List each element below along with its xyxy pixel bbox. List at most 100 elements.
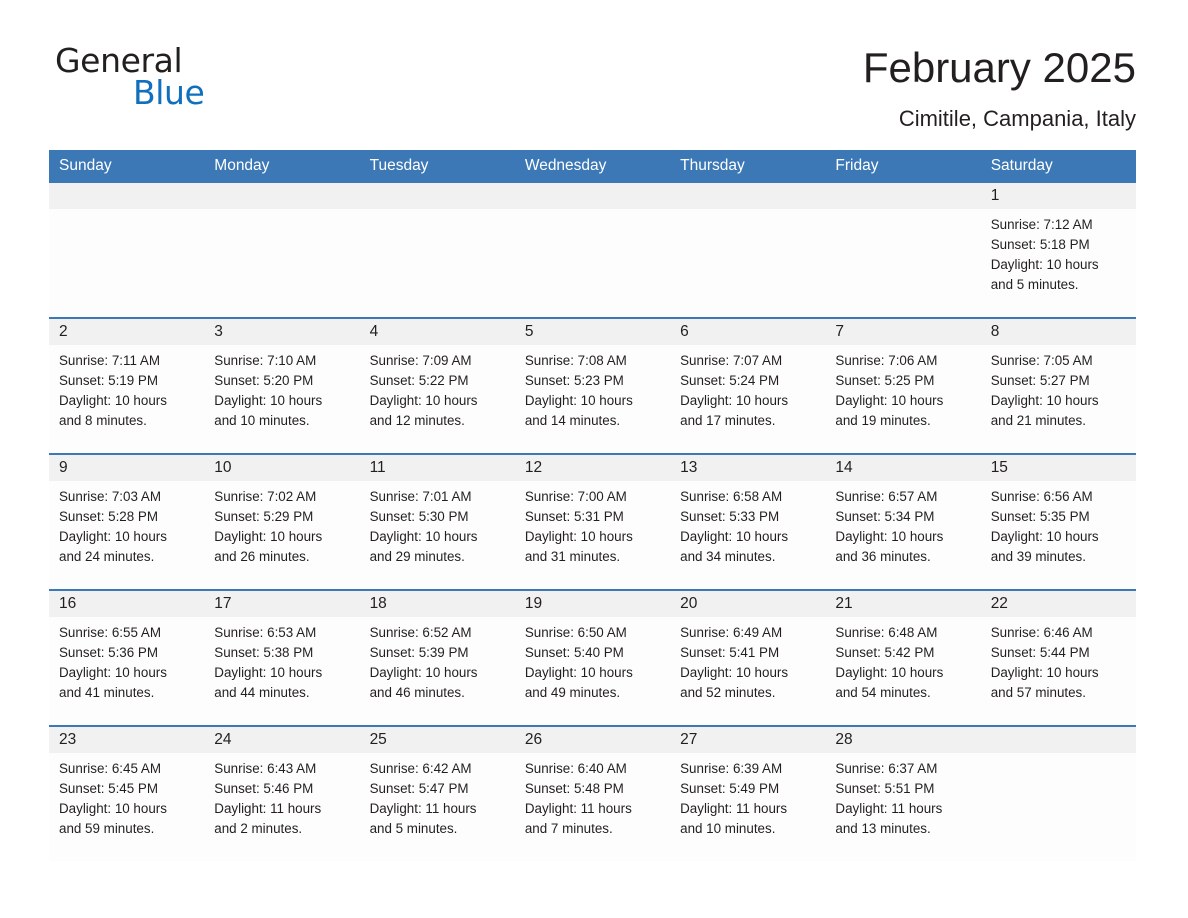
- daylight-text-line2: and 31 minutes.: [524, 548, 621, 564]
- day-info: [825, 209, 980, 215]
- day-number: [825, 183, 981, 209]
- day-info: [360, 209, 515, 215]
- day-cell[interactable]: 15 Sunrise: 6:56 AM Sunset: 5:35 PM Dayl…: [980, 455, 1136, 589]
- sunset-text: Sunset: 5:39 PM: [369, 644, 469, 660]
- day-cell[interactable]: 7 Sunrise: 7:06 AM Sunset: 5:25 PM Dayli…: [825, 319, 981, 453]
- sunset-text: Sunset: 5:51 PM: [835, 780, 935, 796]
- day-cell[interactable]: 9 Sunrise: 7:03 AM Sunset: 5:28 PM Dayli…: [49, 455, 205, 589]
- day-number: [980, 727, 1136, 753]
- daylight-text-line1: Daylight: 11 hours: [680, 800, 788, 816]
- day-number: 14: [825, 455, 981, 481]
- sunset-text: Sunset: 5:27 PM: [990, 372, 1090, 388]
- day-cell[interactable]: 2 Sunrise: 7:11 AM Sunset: 5:19 PM Dayli…: [49, 319, 205, 453]
- day-cell: [825, 183, 981, 317]
- day-cell[interactable]: 14 Sunrise: 6:57 AM Sunset: 5:34 PM Dayl…: [825, 455, 981, 589]
- brand-name-blue: Blue: [133, 73, 205, 112]
- location-subtitle: Cimitile, Campania, Italy: [898, 106, 1136, 132]
- day-cell[interactable]: 16 Sunrise: 6:55 AM Sunset: 5:36 PM Dayl…: [49, 591, 205, 725]
- day-cell: [49, 183, 205, 317]
- day-info: Sunrise: 6:55 AM Sunset: 5:36 PM Dayligh…: [49, 617, 204, 703]
- daylight-text-line2: and 2 minutes.: [214, 820, 303, 836]
- sunset-text: Sunset: 5:41 PM: [680, 644, 780, 660]
- daylight-text-line2: and 13 minutes.: [835, 820, 931, 836]
- daylight-text-line1: Daylight: 10 hours: [59, 800, 167, 816]
- sunrise-text: Sunrise: 6:48 AM: [835, 625, 938, 640]
- day-number: [670, 183, 826, 209]
- day-info: Sunrise: 6:45 AM Sunset: 5:45 PM Dayligh…: [49, 753, 204, 839]
- day-number: 15: [980, 455, 1136, 481]
- daylight-text-line2: and 26 minutes.: [214, 548, 310, 564]
- weekday-header-monday: Monday: [214, 157, 270, 174]
- sunrise-text: Sunrise: 7:06 AM: [835, 353, 938, 368]
- day-number: 4: [359, 319, 515, 345]
- day-cell[interactable]: 12 Sunrise: 7:00 AM Sunset: 5:31 PM Dayl…: [514, 455, 671, 589]
- daylight-text-line1: Daylight: 11 hours: [369, 800, 477, 816]
- day-cell[interactable]: 20 Sunrise: 6:49 AM Sunset: 5:41 PM Dayl…: [670, 591, 826, 725]
- day-cell[interactable]: 13 Sunrise: 6:58 AM Sunset: 5:33 PM Dayl…: [670, 455, 826, 589]
- sunrise-text: Sunrise: 7:07 AM: [680, 353, 783, 368]
- sunrise-text: Sunrise: 7:10 AM: [214, 353, 317, 368]
- day-info: Sunrise: 6:37 AM Sunset: 5:51 PM Dayligh…: [825, 753, 980, 839]
- sunrise-text: Sunrise: 7:02 AM: [214, 489, 317, 504]
- day-number: 19: [514, 591, 671, 617]
- day-info: Sunrise: 7:03 AM Sunset: 5:28 PM Dayligh…: [49, 481, 204, 567]
- day-cell[interactable]: 11 Sunrise: 7:01 AM Sunset: 5:30 PM Dayl…: [359, 455, 515, 589]
- daylight-text-line2: and 59 minutes.: [59, 820, 155, 836]
- day-info: Sunrise: 6:40 AM Sunset: 5:48 PM Dayligh…: [515, 753, 670, 839]
- sunrise-text: Sunrise: 7:11 AM: [59, 353, 160, 368]
- sunrise-text: Sunrise: 6:43 AM: [214, 761, 317, 776]
- calendar-grid: Sunday Monday Tuesday Wednesday Thursday…: [49, 150, 1136, 861]
- day-info: Sunrise: 6:50 AM Sunset: 5:40 PM Dayligh…: [515, 617, 670, 703]
- day-cell[interactable]: 5 Sunrise: 7:08 AM Sunset: 5:23 PM Dayli…: [514, 319, 671, 453]
- daylight-text-line1: Daylight: 10 hours: [990, 256, 1099, 272]
- day-number: 25: [359, 727, 515, 753]
- day-info: Sunrise: 6:48 AM Sunset: 5:42 PM Dayligh…: [825, 617, 980, 703]
- day-cell[interactable]: 26 Sunrise: 6:40 AM Sunset: 5:48 PM Dayl…: [514, 727, 671, 861]
- day-cell[interactable]: 4 Sunrise: 7:09 AM Sunset: 5:22 PM Dayli…: [359, 319, 515, 453]
- day-info: Sunrise: 6:43 AM Sunset: 5:46 PM Dayligh…: [204, 753, 359, 839]
- week-row: 2 Sunrise: 7:11 AM Sunset: 5:19 PM Dayli…: [49, 317, 1136, 453]
- sunset-text: Sunset: 5:31 PM: [524, 508, 624, 524]
- day-info: Sunrise: 7:07 AM Sunset: 5:24 PM Dayligh…: [670, 345, 825, 431]
- brand-logo[interactable]: General Blue: [55, 44, 285, 124]
- day-cell[interactable]: 1 Sunrise: 7:12 AM Sunset: 5:18 PM Dayli…: [980, 183, 1136, 317]
- day-cell[interactable]: 28 Sunrise: 6:37 AM Sunset: 5:51 PM Dayl…: [825, 727, 981, 861]
- sunset-text: Sunset: 5:42 PM: [835, 644, 935, 660]
- daylight-text-line1: Daylight: 10 hours: [524, 392, 633, 408]
- day-cell: [514, 183, 671, 317]
- day-number: 6: [670, 319, 826, 345]
- daylight-text-line1: Daylight: 10 hours: [680, 392, 789, 408]
- day-cell[interactable]: 10 Sunrise: 7:02 AM Sunset: 5:29 PM Dayl…: [204, 455, 360, 589]
- day-cell[interactable]: 23 Sunrise: 6:45 AM Sunset: 5:45 PM Dayl…: [49, 727, 205, 861]
- sunset-text: Sunset: 5:48 PM: [524, 780, 624, 796]
- daylight-text-line1: Daylight: 10 hours: [59, 528, 167, 544]
- day-number: 24: [204, 727, 360, 753]
- day-cell[interactable]: 27 Sunrise: 6:39 AM Sunset: 5:49 PM Dayl…: [670, 727, 826, 861]
- day-number: 3: [204, 319, 360, 345]
- day-cell[interactable]: 18 Sunrise: 6:52 AM Sunset: 5:39 PM Dayl…: [359, 591, 515, 725]
- day-cell[interactable]: 6 Sunrise: 7:07 AM Sunset: 5:24 PM Dayli…: [670, 319, 826, 453]
- day-cell[interactable]: 17 Sunrise: 6:53 AM Sunset: 5:38 PM Dayl…: [204, 591, 360, 725]
- day-cell[interactable]: 24 Sunrise: 6:43 AM Sunset: 5:46 PM Dayl…: [204, 727, 360, 861]
- sunset-text: Sunset: 5:49 PM: [680, 780, 780, 796]
- sunrise-text: Sunrise: 6:40 AM: [524, 761, 627, 776]
- day-cell[interactable]: 19 Sunrise: 6:50 AM Sunset: 5:40 PM Dayl…: [514, 591, 671, 725]
- day-cell[interactable]: 22 Sunrise: 6:46 AM Sunset: 5:44 PM Dayl…: [980, 591, 1136, 725]
- day-cell[interactable]: 8 Sunrise: 7:05 AM Sunset: 5:27 PM Dayli…: [980, 319, 1136, 453]
- daylight-text-line1: Daylight: 10 hours: [369, 392, 478, 408]
- sunrise-text: Sunrise: 6:49 AM: [680, 625, 783, 640]
- weekday-header-wednesday: Wednesday: [524, 157, 607, 174]
- day-number: [359, 183, 515, 209]
- day-cell: [670, 183, 826, 317]
- daylight-text-line2: and 57 minutes.: [990, 684, 1086, 700]
- day-number: 23: [49, 727, 205, 753]
- sunset-text: Sunset: 5:34 PM: [835, 508, 935, 524]
- daylight-text-line2: and 36 minutes.: [835, 548, 931, 564]
- sunset-text: Sunset: 5:33 PM: [680, 508, 780, 524]
- day-cell[interactable]: 21 Sunrise: 6:48 AM Sunset: 5:42 PM Dayl…: [825, 591, 981, 725]
- day-info: Sunrise: 6:53 AM Sunset: 5:38 PM Dayligh…: [204, 617, 359, 703]
- day-info: Sunrise: 6:56 AM Sunset: 5:35 PM Dayligh…: [981, 481, 1136, 567]
- day-cell[interactable]: 3 Sunrise: 7:10 AM Sunset: 5:20 PM Dayli…: [204, 319, 360, 453]
- day-cell[interactable]: 25 Sunrise: 6:42 AM Sunset: 5:47 PM Dayl…: [359, 727, 515, 861]
- sunset-text: Sunset: 5:20 PM: [214, 372, 314, 388]
